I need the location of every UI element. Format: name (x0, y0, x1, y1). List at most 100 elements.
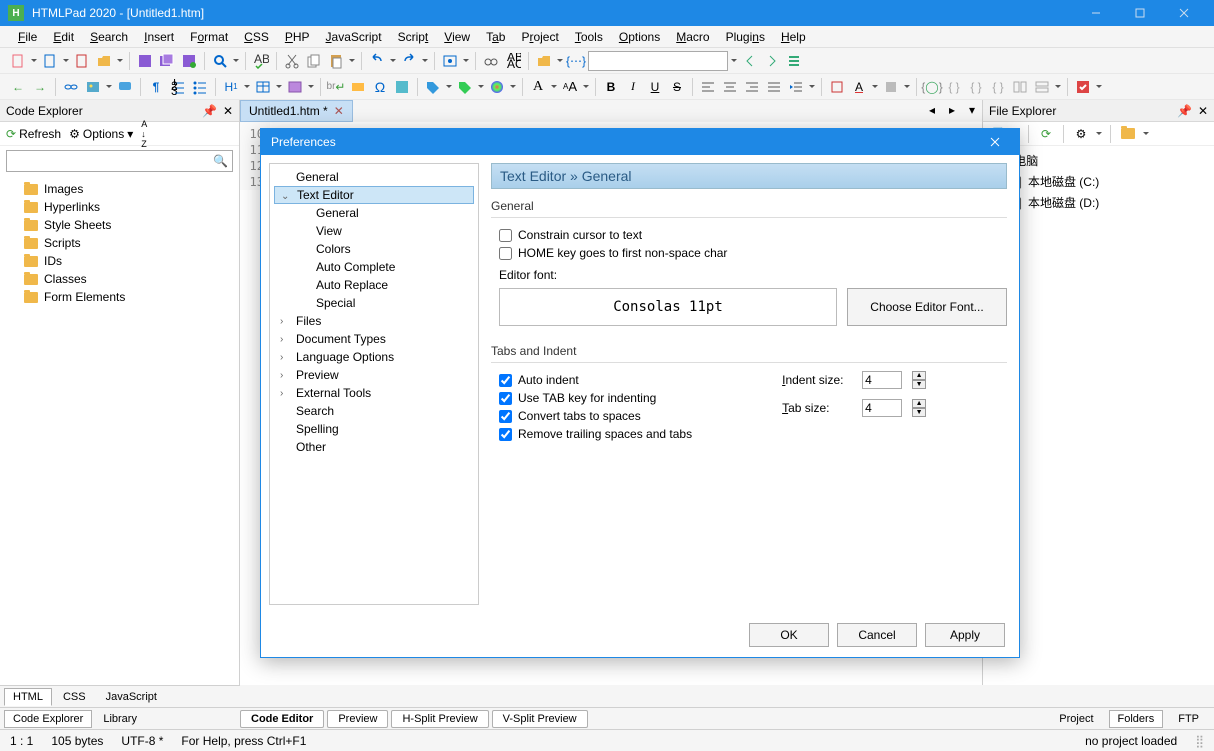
tab-nav-left-icon[interactable]: ◂ (922, 100, 942, 120)
list-ol-icon[interactable]: 123 (168, 77, 188, 97)
expand-icon[interactable]: › (280, 316, 290, 327)
comment-icon[interactable] (115, 77, 135, 97)
brace1-icon[interactable]: {◯} (922, 77, 942, 97)
tree-exttools[interactable]: ›External Tools (274, 384, 474, 402)
fe-gear-icon[interactable]: ⚙ (1071, 124, 1091, 144)
tree-doctypes[interactable]: ›Document Types (274, 330, 474, 348)
folder-open-icon[interactable] (534, 51, 554, 71)
tree-text-editor[interactable]: ⌄Text Editor (274, 186, 474, 204)
tab-preview[interactable]: Preview (327, 710, 388, 728)
layout1-icon[interactable] (1010, 77, 1030, 97)
brace2-icon[interactable]: { } (944, 77, 964, 97)
chk-constrain[interactable]: Constrain cursor to text (499, 226, 1007, 244)
tab-hsplit[interactable]: H-Split Preview (391, 710, 488, 728)
expand-icon[interactable]: › (280, 334, 290, 345)
chk-autoindent[interactable]: Auto indent (499, 371, 692, 389)
tree-files[interactable]: ›Files (274, 312, 474, 330)
subtab-library[interactable]: Library (94, 710, 146, 728)
chk-home[interactable]: HOME key goes to first non-space char (499, 244, 1007, 262)
link-icon[interactable] (61, 77, 81, 97)
tree-scripts[interactable]: Scripts (6, 234, 233, 252)
div-icon[interactable] (348, 77, 368, 97)
apply-button[interactable]: Apply (925, 623, 1005, 647)
tree-te-colors[interactable]: Colors (274, 240, 474, 258)
menu-insert[interactable]: Insert (136, 28, 182, 46)
brace3-icon[interactable]: { } (966, 77, 986, 97)
color-wheel-icon[interactable] (487, 77, 507, 97)
menu-macro[interactable]: Macro (668, 28, 717, 46)
binoculars-icon[interactable] (481, 51, 501, 71)
tag-icon[interactable] (423, 77, 443, 97)
spellcheck-icon[interactable]: ABC (251, 51, 271, 71)
pin-icon[interactable]: 📌 (202, 104, 217, 118)
arrow-left-icon[interactable]: ← (8, 77, 28, 97)
quick-search-input[interactable] (588, 51, 728, 71)
menu-edit[interactable]: Edit (45, 28, 82, 46)
tab-html[interactable]: HTML (4, 688, 52, 706)
expand-icon[interactable]: › (280, 352, 290, 363)
undo-icon[interactable] (367, 51, 387, 71)
tree-preview[interactable]: ›Preview (274, 366, 474, 384)
tab-size-input[interactable] (862, 399, 902, 417)
align-justify-icon[interactable] (764, 77, 784, 97)
tab-menu-icon[interactable]: ▾ (962, 100, 982, 120)
menu-javascript[interactable]: JavaScript (318, 28, 390, 46)
save-icon[interactable] (135, 51, 155, 71)
indent-up[interactable]: ▲ (912, 371, 926, 380)
save-all-icon[interactable] (157, 51, 177, 71)
tab-up[interactable]: ▲ (912, 399, 926, 408)
preview-icon[interactable] (440, 51, 460, 71)
cancel-button[interactable]: Cancel (837, 623, 917, 647)
search-icon[interactable] (210, 51, 230, 71)
tab-vsplit[interactable]: V-Split Preview (492, 710, 588, 728)
refresh-button[interactable]: ⟳ Refresh (6, 127, 61, 141)
tree-formelements[interactable]: Form Elements (6, 288, 233, 306)
italic-icon[interactable]: I (623, 77, 643, 97)
layout2-icon[interactable] (1032, 77, 1052, 97)
save-as-icon[interactable] (179, 51, 199, 71)
rtab-folders[interactable]: Folders (1109, 710, 1164, 728)
tree-te-autocomplete[interactable]: Auto Complete (274, 258, 474, 276)
heading-icon[interactable]: H1 (221, 77, 241, 97)
tree-langopts[interactable]: ›Language Options (274, 348, 474, 366)
pin-icon[interactable]: 📌 (1177, 104, 1192, 118)
new-doc-icon[interactable] (40, 51, 60, 71)
find-replace-icon[interactable]: ABAC (503, 51, 523, 71)
chk-usetab[interactable]: Use TAB key for indenting (499, 389, 692, 407)
close-button[interactable] (1162, 0, 1206, 26)
menu-search[interactable]: Search (82, 28, 136, 46)
menu-script[interactable]: Script (390, 28, 437, 46)
br-icon[interactable]: br↵ (326, 77, 346, 97)
align-right-icon[interactable] (742, 77, 762, 97)
align-left-icon[interactable] (698, 77, 718, 97)
tag2-icon[interactable] (455, 77, 475, 97)
sort-button[interactable]: A↓Z (141, 119, 147, 149)
dialog-close-icon[interactable] (981, 129, 1009, 155)
tab-css[interactable]: CSS (54, 688, 95, 706)
new-css-icon[interactable] (72, 51, 92, 71)
script-icon[interactable] (392, 77, 412, 97)
tab-down[interactable]: ▼ (912, 408, 926, 417)
rtab-project[interactable]: Project (1050, 710, 1102, 728)
nav-fwd-icon[interactable] (762, 51, 782, 71)
table-icon[interactable] (253, 77, 273, 97)
subtab-code-explorer[interactable]: Code Explorer (4, 710, 92, 728)
bg-color-icon[interactable] (881, 77, 901, 97)
nav-list-icon[interactable] (784, 51, 804, 71)
menu-help[interactable]: Help (773, 28, 814, 46)
search-input[interactable] (11, 154, 213, 168)
tree-other[interactable]: Other (274, 438, 474, 456)
maximize-button[interactable] (1118, 0, 1162, 26)
copy-icon[interactable] (304, 51, 324, 71)
form-icon[interactable] (285, 77, 305, 97)
list-ul-icon[interactable] (190, 77, 210, 97)
paste-icon[interactable] (326, 51, 346, 71)
strike-icon[interactable]: S (667, 77, 687, 97)
menu-tab[interactable]: Tab (478, 28, 513, 46)
tree-images[interactable]: Images (6, 180, 233, 198)
fe-refresh-icon[interactable]: ⟳ (1036, 124, 1056, 144)
code-explorer-search[interactable]: 🔍 (6, 150, 233, 172)
brace4-icon[interactable]: { } (988, 77, 1008, 97)
ok-button[interactable]: OK (749, 623, 829, 647)
menu-tools[interactable]: Tools (567, 28, 611, 46)
